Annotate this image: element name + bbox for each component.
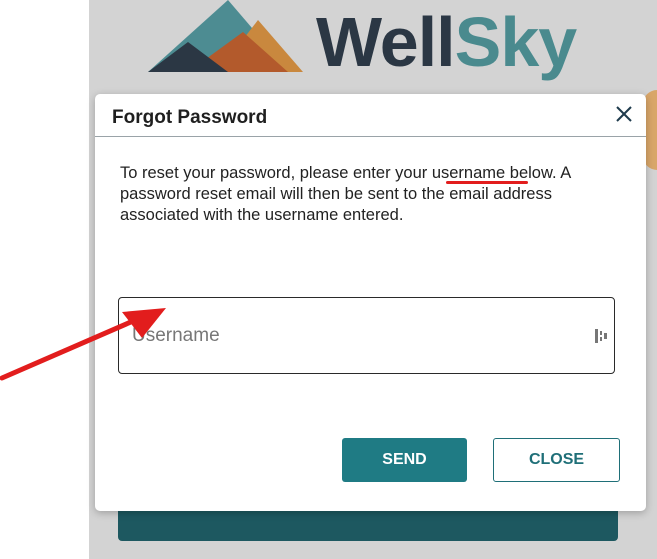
instructions-part-1: To reset your password, please enter you… [120,164,432,182]
close-button[interactable]: CLOSE [493,438,620,482]
logo-text-sky: Sky [454,3,578,81]
logo-text-well: Well [316,3,456,81]
instructions-username-word: username [431,164,506,182]
send-button[interactable]: SEND [342,438,467,482]
annotation-underline [446,181,528,184]
close-icon[interactable] [612,102,636,126]
password-manager-icon[interactable] [594,327,608,345]
instructions-text: To reset your password, please enter you… [120,163,620,226]
logo-mountain-icon [148,0,303,72]
forgot-password-dialog: Forgot Password To reset your password, … [95,94,646,511]
username-field[interactable] [118,297,615,374]
wellsky-logo: WellSky [148,0,608,90]
username-input[interactable] [132,298,572,373]
dialog-header: Forgot Password [95,94,646,137]
dialog-title: Forgot Password [112,107,268,128]
logo-wordmark: WellSky [316,2,578,82]
